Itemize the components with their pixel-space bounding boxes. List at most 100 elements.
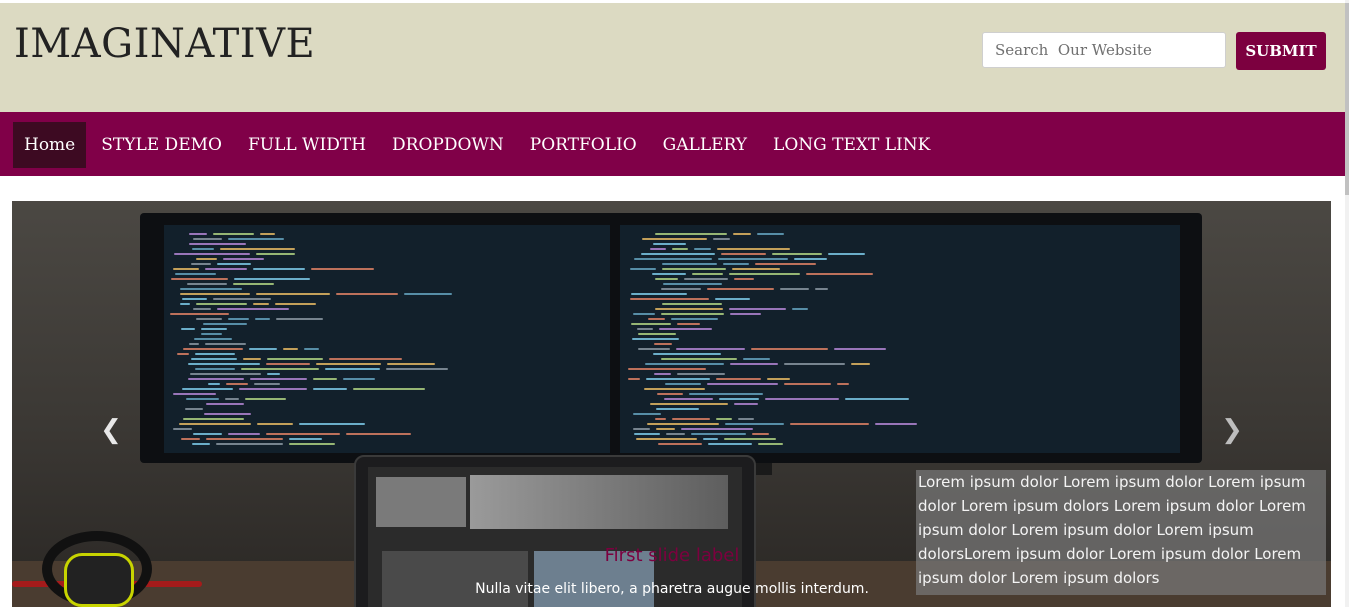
code-line xyxy=(196,318,222,320)
code-line xyxy=(316,363,381,365)
code-line xyxy=(725,423,784,425)
code-line xyxy=(254,383,280,385)
code-line xyxy=(654,373,671,375)
code-line xyxy=(216,443,283,445)
code-line xyxy=(792,308,808,310)
code-line xyxy=(772,253,822,255)
code-line xyxy=(185,408,203,410)
code-line xyxy=(752,433,769,435)
code-line xyxy=(638,348,670,350)
code-line xyxy=(208,383,220,385)
nav-item-portfolio[interactable]: PORTFOLIO xyxy=(519,122,648,168)
code-line xyxy=(631,323,671,325)
code-line xyxy=(173,428,192,430)
code-line xyxy=(196,303,247,305)
scrollbar-thumb[interactable] xyxy=(1345,3,1349,195)
code-line xyxy=(708,443,752,445)
code-line xyxy=(249,348,277,350)
code-line xyxy=(633,413,661,415)
site-header: IMAGINATIVE SUBMIT xyxy=(0,3,1345,112)
nav-item-full-width[interactable]: FULL WIDTH xyxy=(237,122,377,168)
code-line xyxy=(243,358,261,360)
code-line xyxy=(329,358,402,360)
code-line xyxy=(256,253,295,255)
code-line xyxy=(256,293,330,295)
chevron-left-icon: ❮ xyxy=(100,415,122,445)
code-line xyxy=(654,343,672,345)
code-line xyxy=(180,293,250,295)
code-line xyxy=(834,348,886,350)
code-line xyxy=(404,293,452,295)
code-line xyxy=(661,288,701,290)
code-line xyxy=(684,278,728,280)
code-line xyxy=(253,303,269,305)
code-line xyxy=(729,273,800,275)
nav-item-gallery[interactable]: GALLERY xyxy=(652,122,758,168)
code-line xyxy=(634,433,660,435)
code-line xyxy=(658,443,702,445)
code-line xyxy=(283,348,298,350)
code-line xyxy=(245,398,286,400)
laptop-photo-car xyxy=(376,477,466,527)
code-line xyxy=(692,273,723,275)
code-line xyxy=(267,358,323,360)
laptop-photo-tile-1 xyxy=(382,551,528,607)
code-line xyxy=(661,313,724,315)
code-line xyxy=(253,268,305,270)
code-line xyxy=(173,268,199,270)
code-line xyxy=(755,263,816,265)
search-input[interactable] xyxy=(982,32,1226,68)
code-line xyxy=(187,283,227,285)
code-line xyxy=(655,418,666,420)
code-line xyxy=(313,378,337,380)
code-line xyxy=(183,348,243,350)
code-line xyxy=(182,298,207,300)
code-line xyxy=(191,263,211,265)
code-line xyxy=(653,243,686,245)
code-line xyxy=(191,358,237,360)
carousel-prev-button[interactable]: ❮ xyxy=(96,415,126,445)
nav-item-style-demo[interactable]: STYLE DEMO xyxy=(90,122,233,168)
code-line xyxy=(213,233,254,235)
code-line xyxy=(205,268,247,270)
code-line xyxy=(239,388,307,390)
code-line xyxy=(276,318,323,320)
code-line xyxy=(195,368,235,370)
code-line xyxy=(181,438,200,440)
code-line xyxy=(641,253,715,255)
code-line xyxy=(767,378,790,380)
code-line xyxy=(806,273,873,275)
code-line xyxy=(220,248,295,250)
code-line xyxy=(217,308,289,310)
code-line xyxy=(719,398,759,400)
code-line xyxy=(325,368,380,370)
code-line xyxy=(386,368,448,370)
nav-item-home[interactable]: Home xyxy=(13,122,87,168)
nav-item-long-text-link[interactable]: LONG TEXT LINK xyxy=(762,122,941,168)
nav-item-dropdown[interactable]: DROPDOWN xyxy=(381,122,515,168)
code-line xyxy=(681,428,753,430)
submit-button[interactable]: SUBMIT xyxy=(1236,32,1326,70)
code-line xyxy=(204,413,251,415)
code-line xyxy=(672,418,710,420)
code-line xyxy=(192,443,210,445)
caption-box: Lorem ipsum dolor Lorem ipsum dolor Lore… xyxy=(916,470,1326,595)
code-line xyxy=(729,308,786,310)
code-line xyxy=(724,438,776,440)
code-line xyxy=(638,333,676,335)
code-line xyxy=(343,378,375,380)
code-line xyxy=(650,403,728,405)
code-line xyxy=(837,383,849,385)
code-line xyxy=(174,253,250,255)
code-line xyxy=(266,363,310,365)
code-line xyxy=(267,373,280,375)
code-line xyxy=(631,293,687,295)
code-line xyxy=(689,393,763,395)
site-logo[interactable]: IMAGINATIVE xyxy=(14,21,315,67)
code-line xyxy=(732,268,780,270)
code-line xyxy=(289,438,322,440)
carousel-next-button[interactable]: ❯ xyxy=(1217,415,1247,445)
code-line xyxy=(173,393,216,395)
code-line xyxy=(299,423,365,425)
nav-list: Home STYLE DEMO FULL WIDTH DROPDOWN PORT… xyxy=(13,122,945,168)
